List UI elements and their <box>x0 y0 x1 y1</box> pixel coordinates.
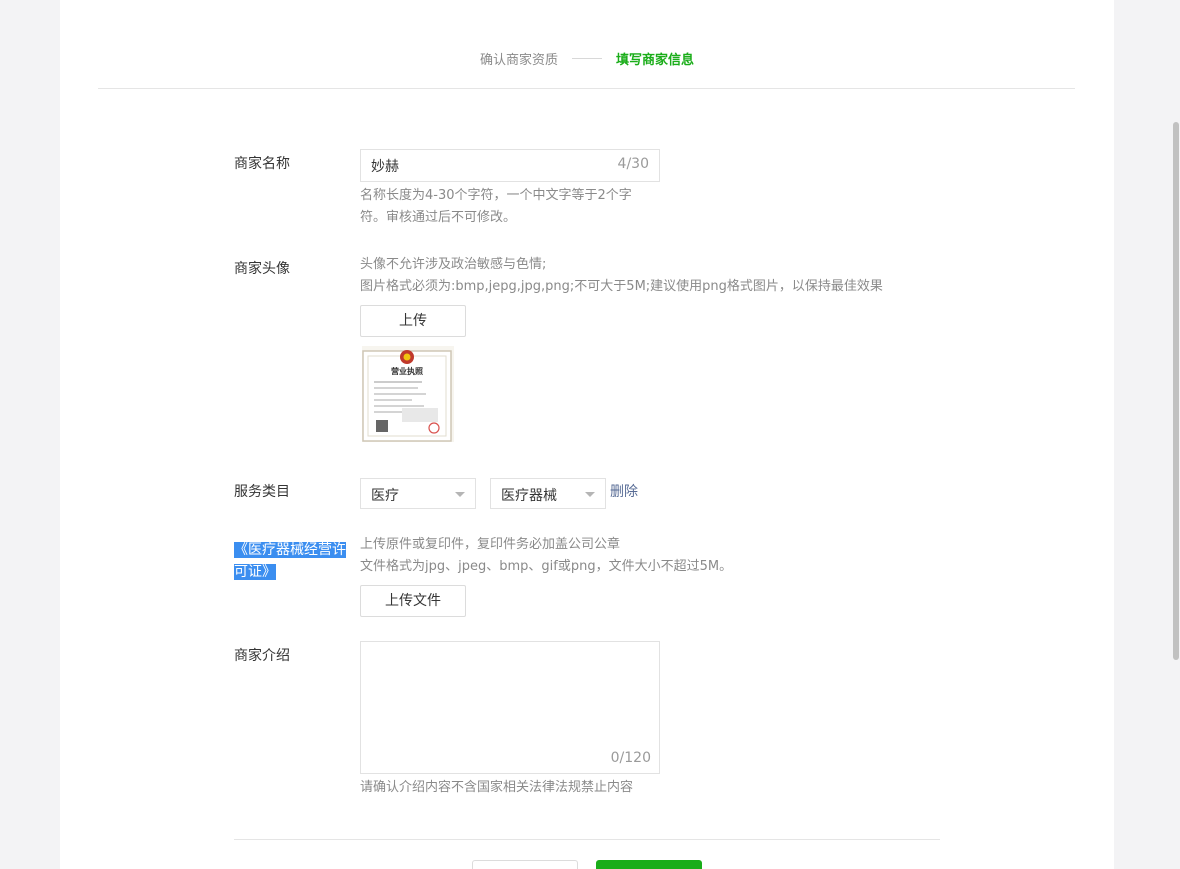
steps-divider <box>98 88 1075 89</box>
merchant-avatar-label: 商家头像 <box>234 261 290 277</box>
merchant-name-tip-2: 符。审核通过后不可修改。 <box>360 210 517 225</box>
step-confirm-qualification: 确认商家资质 <box>479 52 558 68</box>
merchant-name-count: 4/30 <box>617 156 649 172</box>
category-primary-value: 医疗 <box>371 488 399 504</box>
merchant-intro-label: 商家介绍 <box>234 648 290 664</box>
step-connector <box>572 57 602 59</box>
footer-divider <box>234 839 940 840</box>
svg-text:营业执照: 营业执照 <box>391 366 423 376</box>
merchant-intro-tip: 请确认介绍内容不含国家相关法律法规禁止内容 <box>360 780 634 795</box>
category-primary-select[interactable]: 医疗 <box>360 478 476 509</box>
scrollbar-thumb[interactable] <box>1173 122 1179 660</box>
merchant-name-label: 商家名称 <box>234 156 290 172</box>
avatar-upload-button[interactable]: 上传 <box>360 305 466 337</box>
merchant-name-tip-1: 名称长度为4-30个字符，一个中文字等于2个字 <box>360 188 632 203</box>
category-secondary-select[interactable]: 医疗器械 <box>490 478 606 509</box>
permit-tip-2: 文件格式为jpg、jpeg、bmp、gif或png，文件大小不超过5M。 <box>360 559 733 574</box>
permit-label-line-2: 可证》 <box>234 564 276 580</box>
merchant-name-value[interactable]: 妙赫 <box>371 156 399 176</box>
category-delete-link[interactable]: 删除 <box>610 481 638 503</box>
caret-down-icon <box>455 492 465 497</box>
merchant-name-input[interactable]: 妙赫 4/30 <box>360 149 660 182</box>
avatar-tip-2: 图片格式必须为:bmp,jepg,jpg,png;不可大于5M;建议使用png格… <box>360 279 883 294</box>
merchant-intro-count: 0/120 <box>610 750 651 766</box>
permit-label: 《医疗器械经营许 可证》 <box>234 539 352 583</box>
previous-step-button[interactable] <box>472 860 578 869</box>
category-secondary-value: 医疗器械 <box>501 488 557 504</box>
permit-label-line-1: 《医疗器械经营许 <box>234 542 346 558</box>
avatar-tip-1: 头像不允许涉及政治敏感与色情; <box>360 257 547 272</box>
permit-upload-button[interactable]: 上传文件 <box>360 585 466 617</box>
service-category-label: 服务类目 <box>234 484 290 500</box>
avatar-preview-image[interactable]: 营业执照 <box>362 346 454 442</box>
submit-button[interactable] <box>596 860 702 869</box>
form-card: 确认商家资质 填写商家信息 商家名称 妙赫 4/30 名称长度为4-30个字符，… <box>60 0 1114 869</box>
business-license-image: 营业执照 <box>362 350 452 442</box>
merchant-intro-textarea[interactable]: 0/120 <box>360 641 660 774</box>
permit-tip-1: 上传原件或复印件，复印件务必加盖公司公章 <box>360 537 621 552</box>
caret-down-icon <box>585 492 595 497</box>
step-fill-info: 填写商家信息 <box>616 52 695 68</box>
step-indicator: 确认商家资质 填写商家信息 <box>60 48 1114 68</box>
